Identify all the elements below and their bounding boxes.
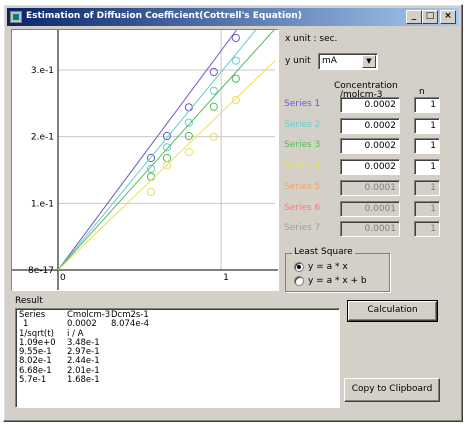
result-label: Result bbox=[15, 296, 43, 306]
fit-line bbox=[57, 60, 276, 271]
least-square-label: Least Square bbox=[292, 247, 355, 257]
result-textbox[interactable]: Series Cmolcm-3 Dcm2s-1 1 0.0002 8.074e-… bbox=[15, 308, 340, 408]
data-point bbox=[146, 187, 156, 197]
cottrell-plot: 8e-17 1.e-1 2.e-1 3.e-1 0 1 bbox=[12, 30, 278, 290]
least-square-group: Least Square y = a * x y = a * x + b bbox=[285, 247, 390, 292]
fit-line bbox=[57, 30, 257, 271]
x-tick-label: 1 bbox=[223, 273, 229, 283]
y-unit-value: mA bbox=[322, 56, 337, 66]
data-point bbox=[162, 153, 172, 163]
series-name: Series 4 bbox=[284, 161, 321, 172]
radio-y-ax-label[interactable]: y = a * x bbox=[308, 262, 348, 272]
fit-line bbox=[57, 30, 275, 271]
data-point bbox=[184, 131, 193, 141]
data-point bbox=[209, 67, 218, 77]
data-point bbox=[209, 86, 218, 95]
concentration-input[interactable]: 0.0002 bbox=[340, 138, 400, 155]
result-data-rows: 1.09e+0 3.48e-1 9.55e-1 2.97e-1 8.02e-1 2.44e… bbox=[19, 338, 339, 386]
radio-y-ax[interactable] bbox=[294, 262, 304, 272]
x-unit-label: x unit : sec. bbox=[285, 34, 338, 44]
result-row: 5.7e-1 1.68e-1 bbox=[19, 375, 339, 386]
n-input[interactable]: 1 bbox=[414, 159, 440, 176]
title-bar[interactable]: Estimation of Diffusion Coefficient(Cott… bbox=[7, 8, 459, 26]
close-button[interactable]: × bbox=[440, 10, 456, 24]
data-point bbox=[146, 172, 156, 181]
y-tick-label: 1.e-1 bbox=[31, 199, 54, 209]
data-point bbox=[231, 74, 240, 83]
copy-clipboard-button[interactable]: Copy to Clipboard bbox=[344, 378, 440, 402]
fit-line bbox=[57, 30, 237, 271]
concentration-input[interactable]: 0.0002 bbox=[340, 117, 400, 134]
y-unit-label: y unit bbox=[285, 56, 311, 66]
n-input[interactable]: 1 bbox=[414, 179, 440, 196]
data-point bbox=[184, 103, 193, 112]
result-x-value: 5.7e-1 bbox=[19, 375, 47, 386]
series-name: Series 2 bbox=[284, 119, 321, 130]
dropdown-arrow-icon[interactable]: ▼ bbox=[362, 55, 376, 68]
series-name: Series 3 bbox=[284, 140, 321, 151]
radio-y-ax-b[interactable] bbox=[294, 276, 304, 286]
data-point bbox=[209, 102, 218, 111]
concentration-input[interactable]: 0.0001 bbox=[340, 179, 400, 196]
concentration-input[interactable]: 0.0002 bbox=[340, 159, 400, 176]
x-tick-label: 0 bbox=[60, 273, 66, 283]
concentration-input[interactable]: 0.0002 bbox=[340, 97, 400, 113]
maximize-button[interactable]: □ bbox=[422, 10, 438, 24]
data-point bbox=[162, 143, 172, 152]
n-header: n bbox=[419, 87, 425, 97]
series-name: Series 1 bbox=[284, 99, 321, 109]
calculation-button[interactable]: Calculation bbox=[347, 300, 438, 322]
n-input[interactable]: 1 bbox=[414, 97, 440, 113]
n-input[interactable]: 1 bbox=[414, 221, 440, 238]
y-tick-label: 2.e-1 bbox=[31, 133, 54, 143]
series-name: Series 6 bbox=[284, 202, 321, 213]
radio-y-ax-b-label[interactable]: y = a * x + b bbox=[308, 276, 367, 286]
y-tick-label: 8e-17 bbox=[28, 266, 54, 276]
concentration-input[interactable]: 0.0001 bbox=[340, 221, 400, 238]
plot-area: 8e-17 1.e-1 2.e-1 3.e-1 0 1 bbox=[11, 29, 279, 291]
minimize-button[interactable]: _ bbox=[406, 10, 422, 24]
data-point bbox=[231, 95, 240, 105]
data-point bbox=[231, 33, 240, 43]
result-y-value: 1.68e-1 bbox=[67, 375, 100, 386]
data-point bbox=[184, 147, 193, 157]
y-tick-label: 3.e-1 bbox=[31, 66, 54, 76]
n-input[interactable]: 1 bbox=[414, 117, 440, 134]
n-input[interactable]: 1 bbox=[414, 138, 440, 155]
y-unit-select[interactable]: mA ▼ bbox=[318, 53, 378, 70]
series-name: Series 5 bbox=[284, 181, 321, 192]
result-summary-d: 8.074e-4 bbox=[111, 319, 150, 330]
n-input[interactable]: 1 bbox=[414, 200, 440, 217]
window-title: Estimation of Diffusion Coefficient(Cott… bbox=[26, 11, 302, 21]
app-icon bbox=[10, 11, 22, 23]
data-point bbox=[231, 56, 240, 65]
concentration-input[interactable]: 0.0001 bbox=[340, 200, 400, 217]
series-name: Series 7 bbox=[284, 223, 321, 234]
